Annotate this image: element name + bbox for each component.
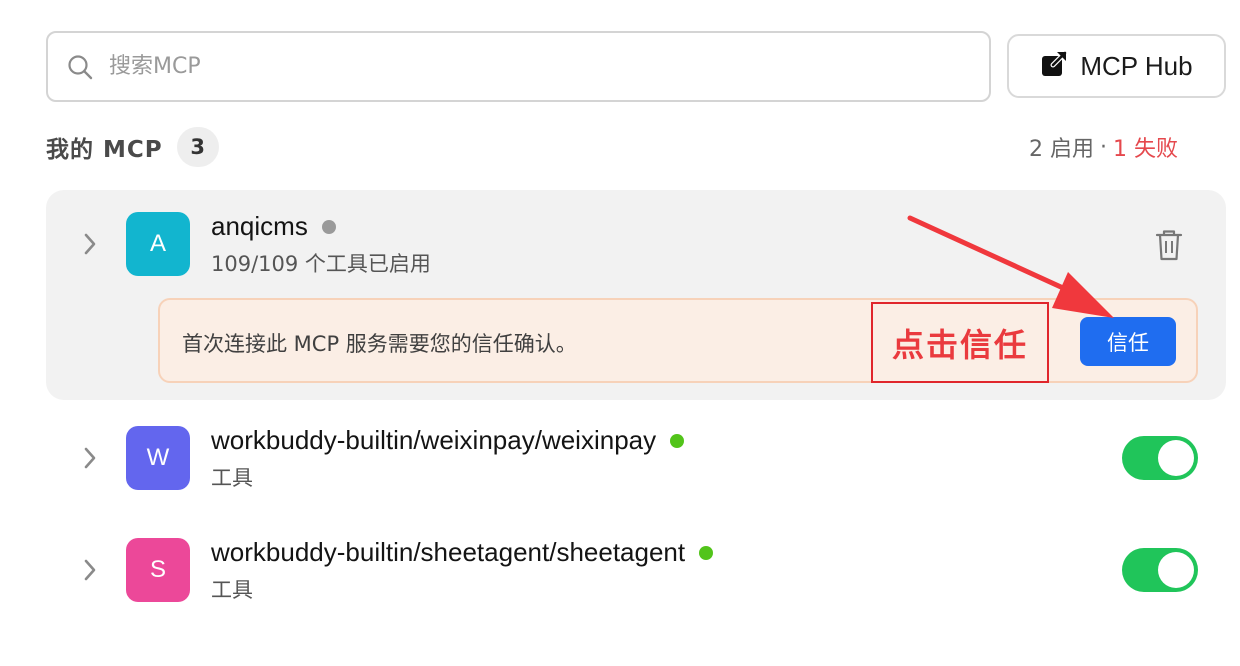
- server-subtitle: 工具: [211, 466, 253, 490]
- status-dot: [321, 219, 336, 234]
- annotation-box: 点击信任: [871, 302, 1049, 383]
- server-name-text: workbuddy-builtin/sheetagent/sheetagent: [211, 537, 686, 567]
- server-subtitle: 109/109 个工具已启用: [211, 252, 431, 276]
- enabled-count: 2 启用: [1029, 137, 1094, 162]
- server-name: workbuddy-builtin/weixinpay/weixinpay: [211, 425, 685, 456]
- avatar: A: [126, 212, 190, 276]
- section-title: 我的 MCP: [46, 137, 163, 163]
- server-subtitle: 工具: [211, 578, 253, 602]
- summary-separator: ·: [1100, 134, 1107, 160]
- search-box[interactable]: [46, 31, 991, 102]
- annotation-text: 点击信任: [891, 325, 1028, 364]
- enable-toggle[interactable]: [1122, 436, 1198, 480]
- section-header: 我的 MCP 3: [46, 126, 219, 168]
- status-dot: [699, 545, 714, 560]
- server-name-text: workbuddy-builtin/weixinpay/weixinpay: [211, 425, 657, 455]
- toggle-knob: [1158, 552, 1194, 588]
- chevron-right-icon[interactable]: [79, 229, 101, 259]
- search-input[interactable]: [109, 33, 989, 100]
- avatar: S: [126, 538, 190, 602]
- server-name: workbuddy-builtin/sheetagent/sheetagent: [211, 537, 714, 568]
- failed-count: 1 失败: [1113, 137, 1178, 162]
- server-name: anqicms: [211, 211, 336, 242]
- external-link-icon: [1040, 50, 1068, 82]
- mcp-hub-label: MCP Hub: [1080, 50, 1193, 81]
- server-name-text: anqicms: [211, 211, 308, 241]
- search-icon: [65, 52, 95, 82]
- chevron-right-icon[interactable]: [79, 443, 101, 473]
- count-badge: 3: [176, 127, 219, 167]
- chevron-right-icon[interactable]: [79, 555, 101, 585]
- mcp-hub-button[interactable]: MCP Hub: [1007, 34, 1226, 98]
- trust-button[interactable]: 信任: [1080, 317, 1176, 366]
- trash-icon[interactable]: [1152, 226, 1186, 264]
- enable-toggle[interactable]: [1122, 548, 1198, 592]
- status-dot: [670, 433, 685, 448]
- avatar: W: [126, 426, 190, 490]
- toggle-knob: [1158, 440, 1194, 476]
- status-summary: 2 启用 · 1 失败: [1029, 131, 1178, 163]
- trust-message: 首次连接此 MCP 服务需要您的信任确认。: [182, 332, 577, 356]
